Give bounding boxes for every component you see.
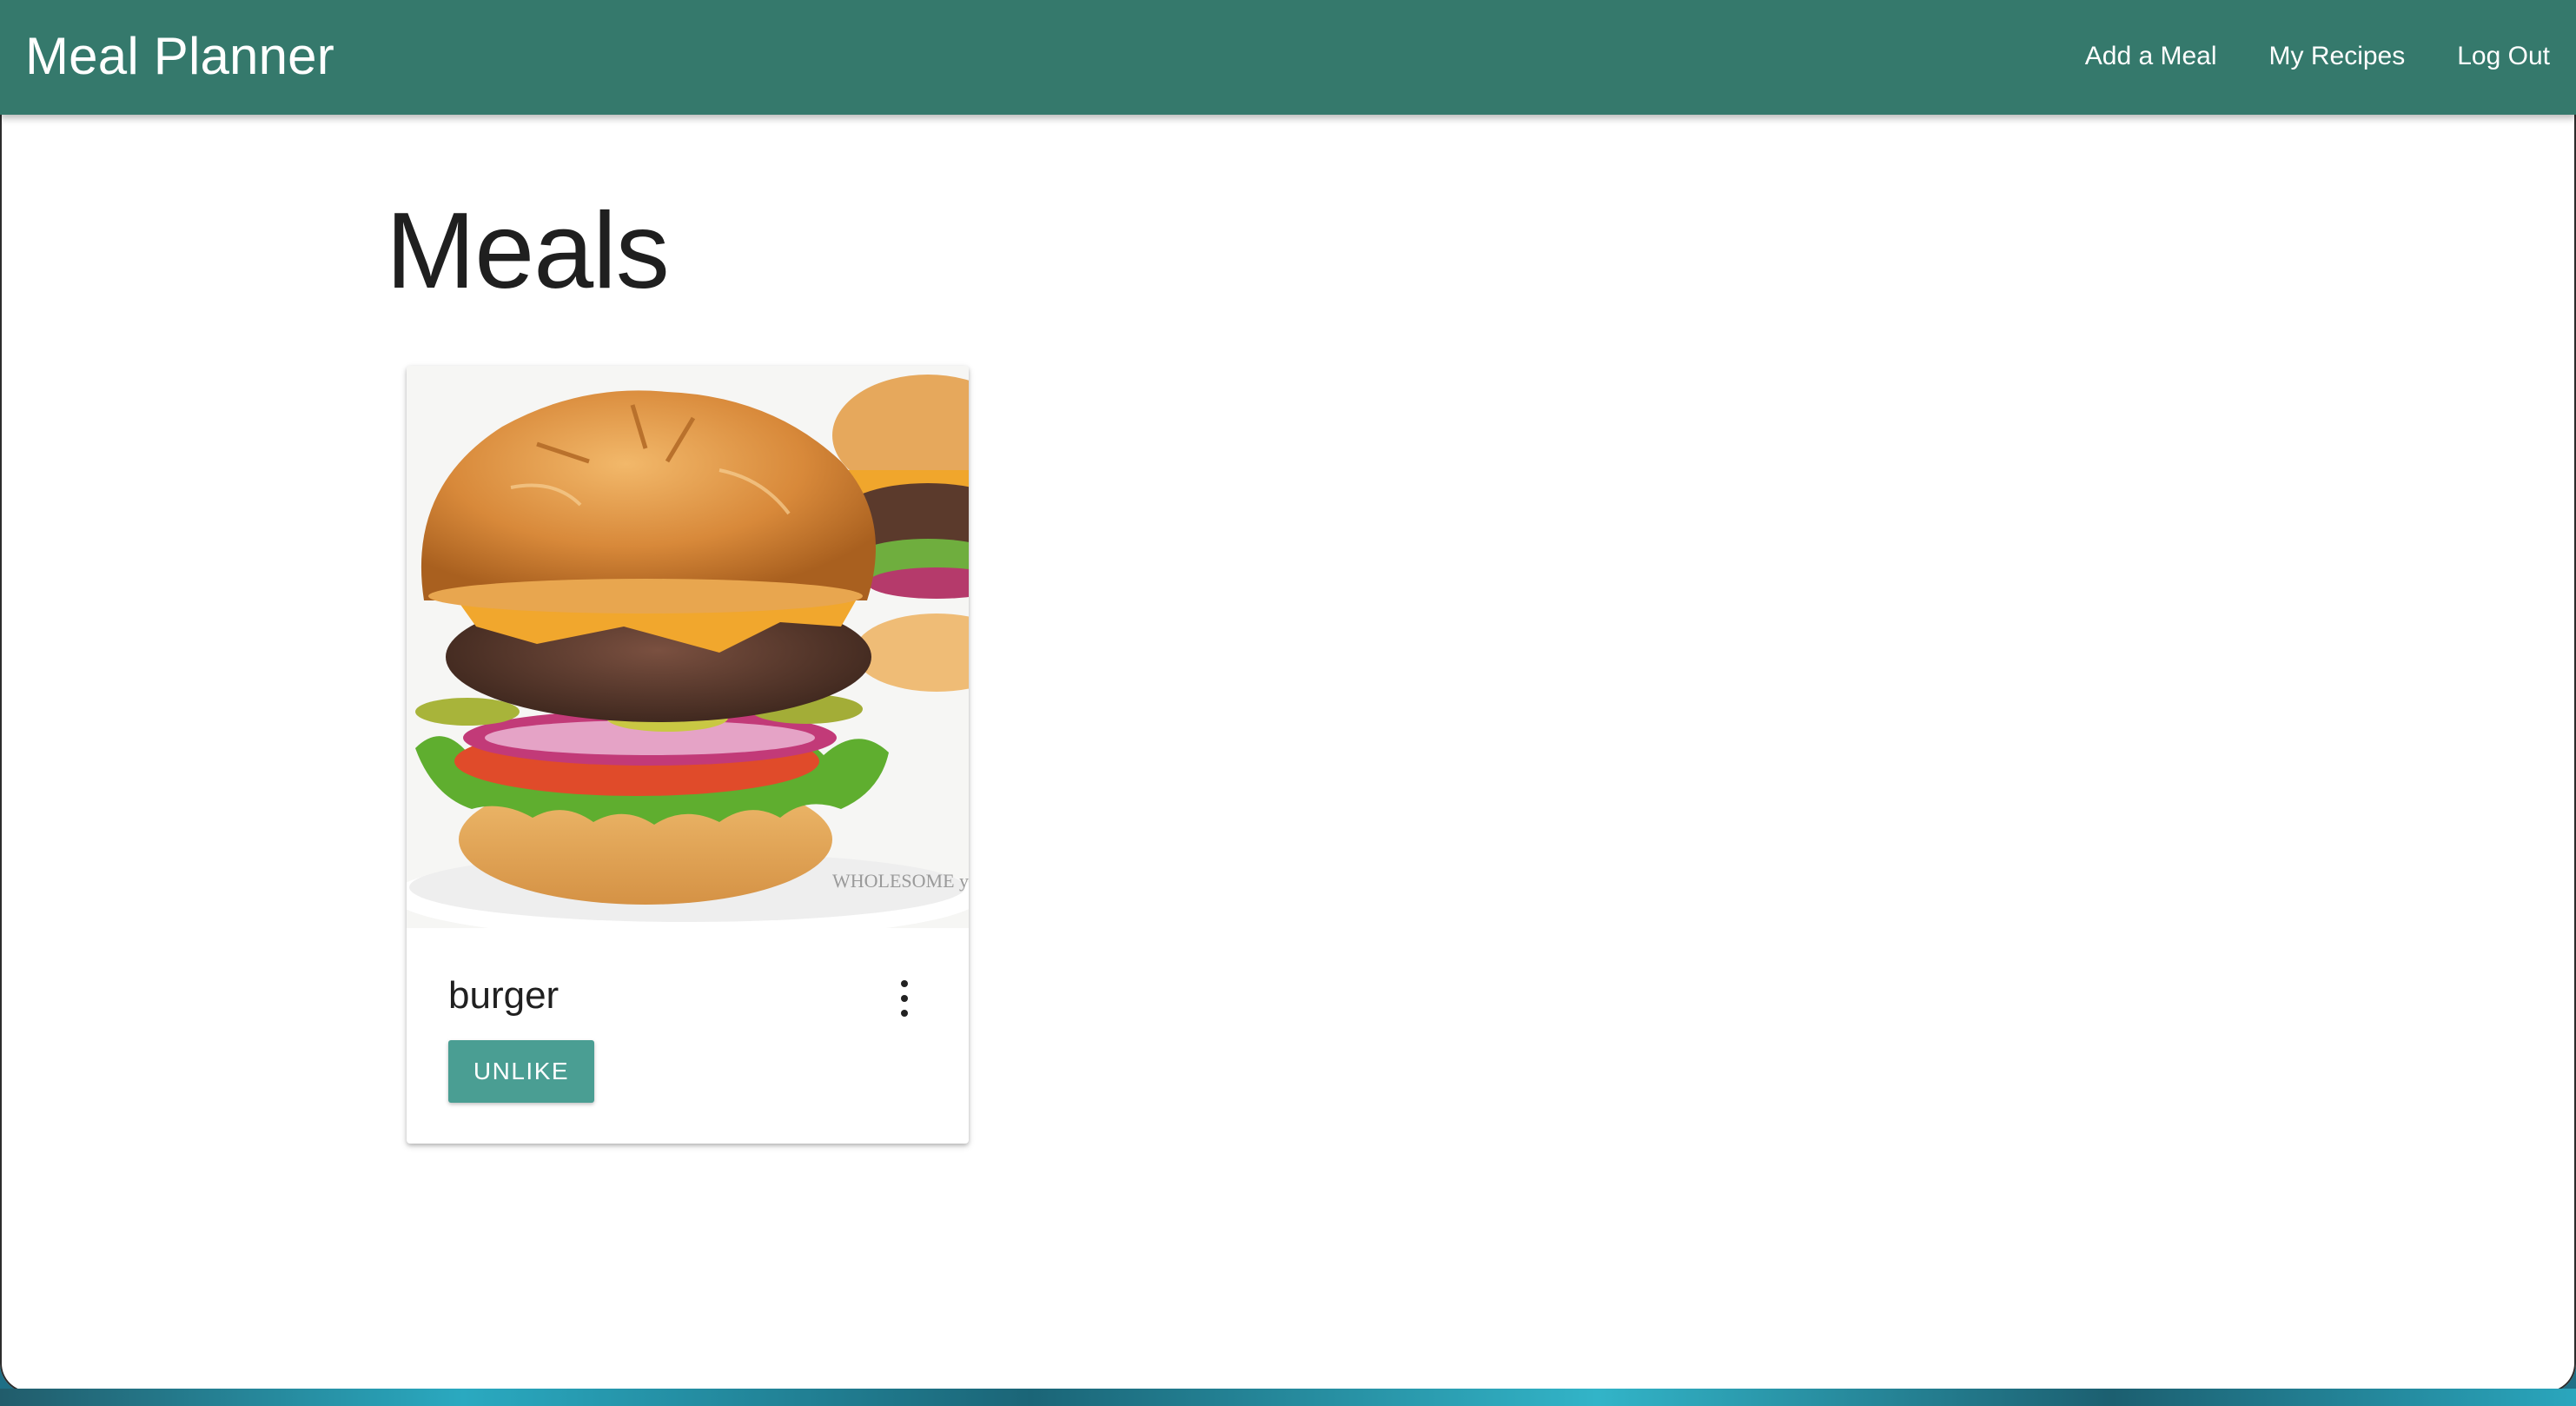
nav-link-log-out[interactable]: Log Out — [2457, 42, 2550, 71]
more-vert-icon[interactable] — [891, 980, 917, 1017]
nav-links: Add a Meal My Recipes Log Out — [2033, 42, 2550, 71]
page-title: Meals — [386, 191, 670, 311]
watermark-text: WHOLESOME yum — [832, 870, 969, 892]
nav-link-add-meal[interactable]: Add a Meal — [2085, 42, 2217, 71]
meal-image[interactable]: WHOLESOME yum — [407, 366, 969, 928]
desktop-background-strip — [0, 1389, 2576, 1406]
meal-title: burger — [448, 974, 560, 1017]
unlike-button[interactable]: UNLIKE — [448, 1040, 594, 1103]
nav-link-my-recipes[interactable]: My Recipes — [2269, 42, 2406, 71]
more-vert-dot — [901, 1010, 908, 1017]
brand-logo-link[interactable]: Meal Planner — [25, 26, 334, 86]
browser-viewport: Meal Planner Add a Meal My Recipes Log O… — [0, 0, 2576, 1393]
more-vert-dot — [901, 995, 908, 1002]
top-navbar: Meal Planner Add a Meal My Recipes Log O… — [0, 0, 2576, 115]
meal-card: WHOLESOME yum burger UNLIKE — [407, 366, 969, 1144]
more-vert-dot — [901, 980, 908, 987]
burger-illustration: WHOLESOME yum — [407, 366, 969, 928]
